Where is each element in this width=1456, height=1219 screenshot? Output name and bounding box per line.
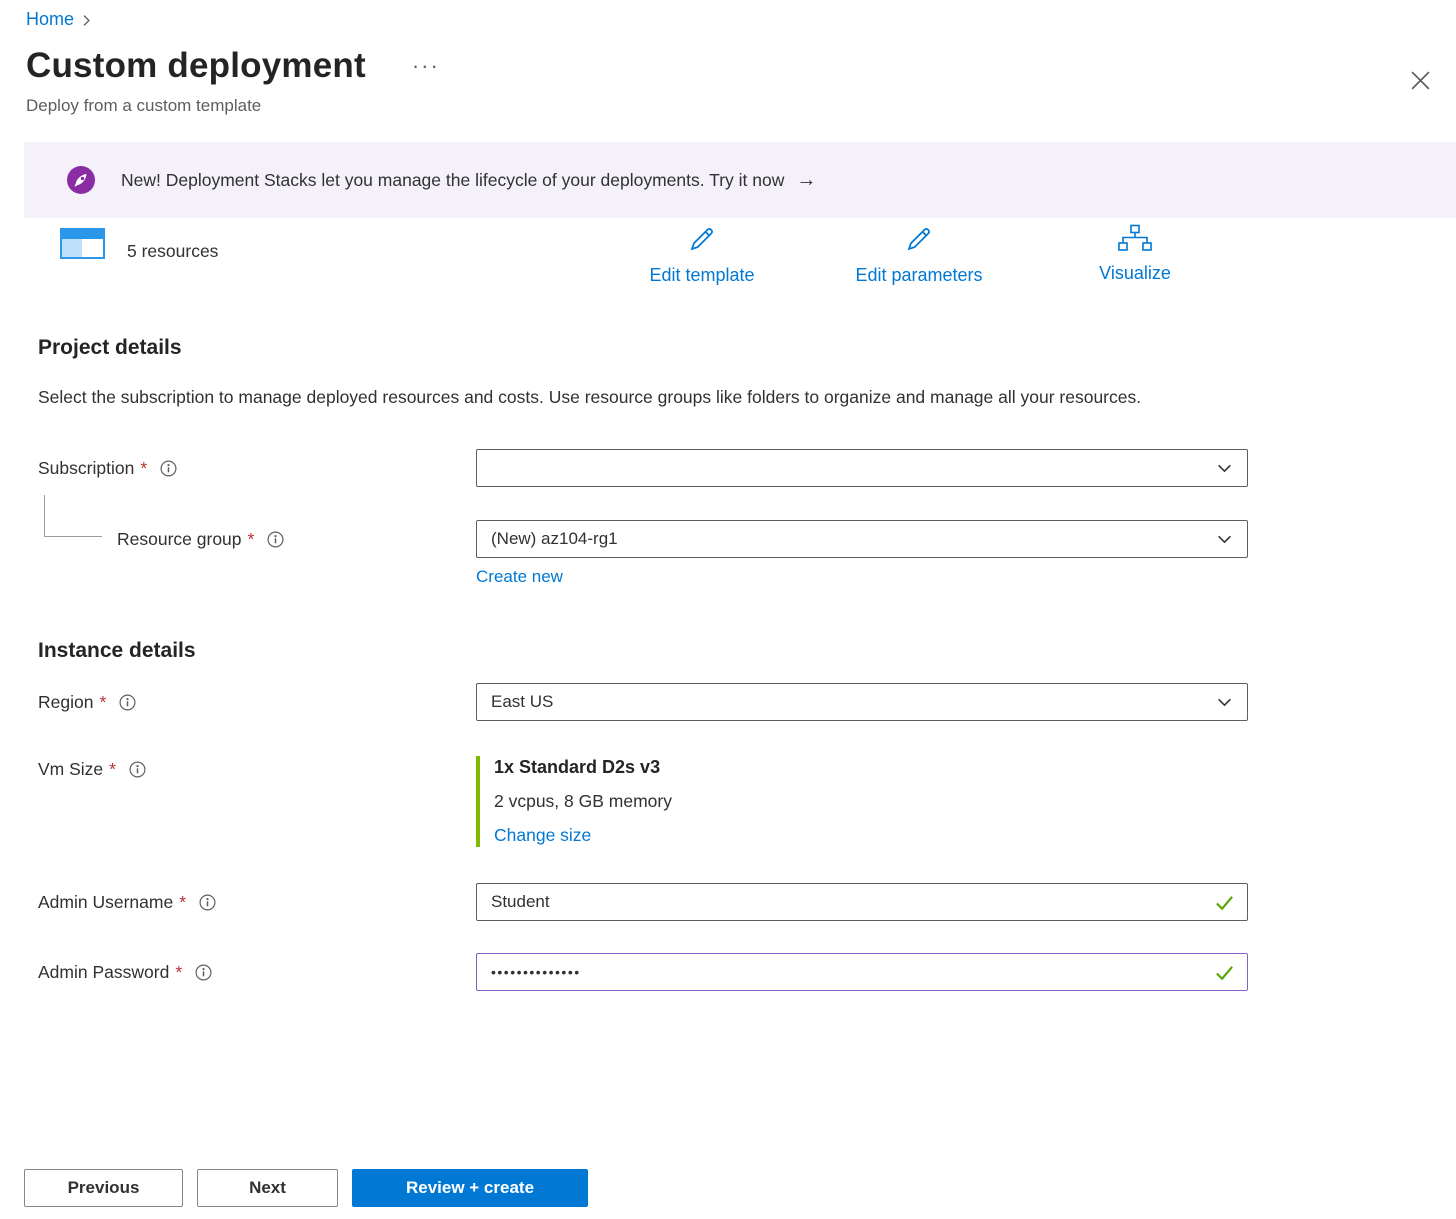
vm-size-specs: 2 vcpus, 8 GB memory — [494, 791, 1248, 812]
admin-password-label: Admin Password — [38, 962, 169, 983]
resources-count-label: 5 resources — [127, 241, 218, 264]
info-icon[interactable] — [119, 694, 136, 711]
review-create-button[interactable]: Review + create — [352, 1169, 588, 1207]
admin-password-input[interactable] — [476, 953, 1248, 991]
instance-details-heading: Instance details — [38, 639, 1418, 663]
region-dropdown[interactable]: East US — [476, 683, 1248, 721]
resource-group-dropdown[interactable]: (New) az104-rg1 — [476, 520, 1248, 558]
vm-size-row: Vm Size * 1x Standard D2s v3 2 vcpus, 8 … — [38, 756, 1418, 847]
required-asterisk: * — [109, 759, 116, 780]
region-value: East US — [491, 692, 553, 712]
chevron-down-icon[interactable] — [1216, 694, 1233, 711]
vm-size-value: 1x Standard D2s v3 — [494, 757, 1248, 778]
admin-username-label: Admin Username — [38, 892, 173, 913]
connector-line — [44, 495, 102, 537]
resource-group-value: (New) az104-rg1 — [491, 529, 618, 549]
edit-template-label[interactable]: Edit template — [649, 265, 754, 286]
banner-try-it-now-link[interactable]: Try it now — [709, 170, 784, 190]
rocket-icon — [67, 166, 95, 194]
valid-check-icon — [1214, 892, 1235, 918]
required-asterisk: * — [140, 458, 147, 479]
admin-password-row: Admin Password * — [38, 953, 1418, 991]
vm-size-label: Vm Size — [38, 759, 103, 780]
edit-parameters-label[interactable]: Edit parameters — [855, 265, 982, 286]
required-asterisk: * — [179, 892, 186, 913]
required-asterisk: * — [99, 692, 106, 713]
valid-check-icon — [1214, 962, 1235, 988]
create-new-link[interactable]: Create new — [476, 567, 563, 587]
next-button[interactable]: Next — [197, 1169, 338, 1207]
footer-actions: Previous Next Review + create — [24, 1169, 588, 1207]
pencil-icon[interactable] — [904, 224, 934, 259]
info-icon[interactable] — [195, 964, 212, 981]
visualize-label[interactable]: Visualize — [1099, 263, 1171, 284]
page-header: Home Custom deployment ··· Deploy from a… — [0, 0, 1456, 116]
template-action-bar: 5 resources Edit template Edit parameter… — [0, 224, 1456, 296]
info-icon[interactable] — [129, 761, 146, 778]
region-label: Region — [38, 692, 93, 713]
subscription-row: Subscription * — [38, 449, 1418, 487]
resource-group-icon — [60, 228, 105, 264]
subscription-dropdown[interactable] — [476, 449, 1248, 487]
info-icon[interactable] — [160, 460, 177, 477]
breadcrumb-home-link[interactable]: Home — [26, 9, 74, 30]
deployment-stacks-banner: New! Deployment Stacks let you manage th… — [24, 142, 1456, 218]
edit-template-button[interactable]: Edit template — [632, 224, 772, 286]
close-icon[interactable] — [1404, 64, 1436, 96]
project-details-heading: Project details — [38, 336, 1418, 360]
chevron-down-icon[interactable] — [1216, 460, 1233, 477]
breadcrumb: Home — [26, 8, 1432, 30]
admin-username-input[interactable] — [476, 883, 1248, 921]
required-asterisk: * — [248, 529, 255, 550]
vm-size-summary: 1x Standard D2s v3 2 vcpus, 8 GB memory … — [476, 756, 1248, 847]
visualize-button[interactable]: Visualize — [1076, 224, 1194, 284]
org-chart-icon[interactable] — [1117, 224, 1153, 257]
page-subtitle: Deploy from a custom template — [26, 96, 1432, 116]
project-details-form: Subscription * Resource group * — [38, 449, 1418, 587]
page-title: Custom deployment — [26, 46, 366, 86]
info-icon[interactable] — [267, 531, 284, 548]
pencil-icon[interactable] — [687, 224, 717, 259]
info-icon[interactable] — [199, 894, 216, 911]
banner-arrow-icon[interactable]: → — [796, 169, 816, 192]
breadcrumb-chevron-icon — [80, 14, 93, 27]
change-size-link[interactable]: Change size — [494, 825, 591, 846]
admin-username-row: Admin Username * — [38, 883, 1418, 921]
more-options-button[interactable]: ··· — [412, 53, 440, 79]
edit-parameters-button[interactable]: Edit parameters — [840, 224, 998, 286]
template-resources: 5 resources — [60, 228, 218, 264]
project-details-description: Select the subscription to manage deploy… — [38, 382, 1188, 413]
resource-group-label: Resource group — [117, 529, 242, 550]
resource-group-row: Resource group * (New) az104-rg1 — [38, 520, 1418, 558]
required-asterisk: * — [175, 962, 182, 983]
banner-message: New! Deployment Stacks let you manage th… — [121, 170, 705, 190]
region-row: Region * East US — [38, 683, 1418, 721]
subscription-label: Subscription — [38, 458, 134, 479]
previous-button[interactable]: Previous — [24, 1169, 183, 1207]
chevron-down-icon[interactable] — [1216, 531, 1233, 548]
